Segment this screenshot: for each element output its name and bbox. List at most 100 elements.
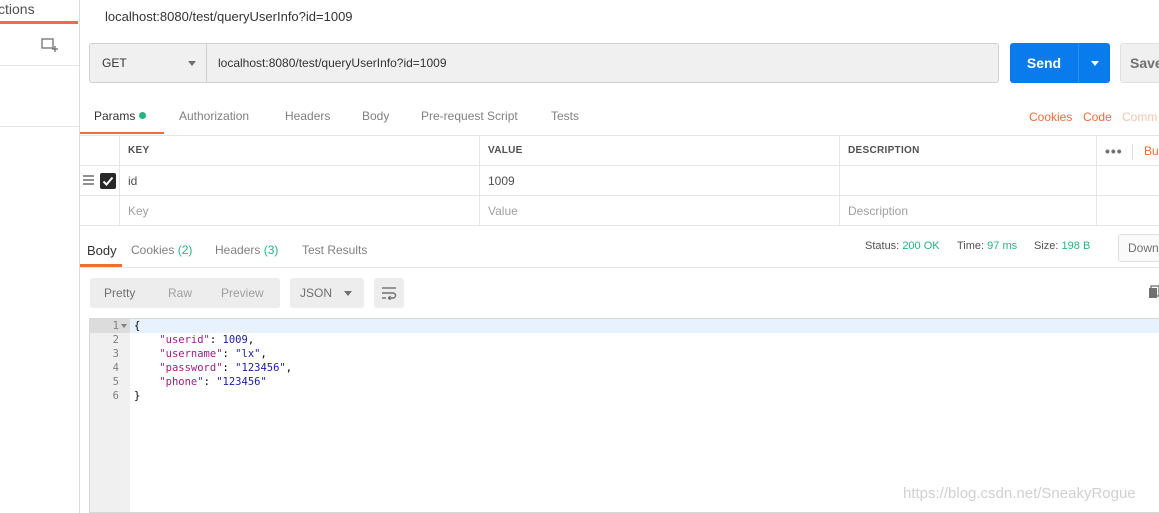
- request-tabs: Params Authorization Headers Body Pre-re…: [80, 100, 1159, 134]
- raw-button[interactable]: Raw: [168, 286, 192, 300]
- param-key-field[interactable]: id: [120, 166, 480, 195]
- row-controls: [80, 166, 120, 195]
- table-row: id 1009: [80, 166, 1159, 196]
- close-brace: }: [134, 390, 141, 402]
- fold-icon[interactable]: [121, 324, 127, 328]
- time-readout: Time: 97 ms: [957, 240, 1017, 252]
- row-actions-empty: [1097, 196, 1159, 225]
- json-comma: ,: [285, 362, 293, 374]
- wrap-icon: [382, 287, 397, 300]
- new-collection-icon[interactable]: [41, 37, 59, 53]
- wrap-lines-button[interactable]: [374, 278, 404, 308]
- params-indicator-dot: [139, 112, 147, 119]
- code-line: {: [134, 319, 140, 333]
- bulk-edit-link[interactable]: Bu: [1144, 144, 1159, 158]
- active-resp-tab-underline: [80, 264, 122, 267]
- header-spacer: [80, 136, 120, 165]
- code-line: "userid": 1009,: [159, 334, 255, 346]
- header-key: KEY: [120, 136, 480, 165]
- cookies-link[interactable]: Cookies: [1029, 110, 1072, 124]
- time-label: Time:: [957, 240, 985, 252]
- line-number: 6: [112, 390, 119, 402]
- main-panel: localhost:8080/test/queryUserInfo?id=100…: [80, 0, 1159, 513]
- resp-tab-cookies-label: Cookies: [131, 243, 175, 257]
- url-input[interactable]: localhost:8080/test/queryUserInfo?id=100…: [207, 44, 998, 82]
- method-select[interactable]: GET: [90, 44, 207, 82]
- method-label: GET: [102, 56, 127, 70]
- response-body-editor[interactable]: 1 2 3 4 5 6 { "userid": 1009, "username"…: [89, 318, 1159, 513]
- chevron-down-icon: [1090, 60, 1099, 66]
- row-controls-empty: [80, 196, 120, 225]
- pretty-button[interactable]: Pretty: [104, 286, 135, 300]
- tab-body[interactable]: Body: [362, 109, 389, 123]
- header-description: DESCRIPTION: [840, 136, 1097, 165]
- status-value: 200 OK: [902, 240, 940, 252]
- line-number: 1: [112, 320, 119, 332]
- view-mode-group: Pretty Raw Preview: [90, 278, 280, 308]
- code-line: "phone": "123456": [159, 376, 267, 388]
- param-value-field[interactable]: 1009: [480, 166, 840, 195]
- active-line-highlight: [130, 319, 1159, 333]
- resp-tab-test-results[interactable]: Test Results: [302, 243, 367, 257]
- row-enabled-checkbox[interactable]: [100, 173, 116, 189]
- json-value: 1009: [222, 334, 248, 346]
- new-value-field[interactable]: Value: [480, 196, 840, 225]
- download-button[interactable]: Down: [1118, 234, 1159, 262]
- resp-tab-body[interactable]: Body: [87, 243, 117, 258]
- new-description-field[interactable]: Description: [840, 196, 1097, 225]
- table-row-new: Key Value Description: [80, 196, 1159, 226]
- resp-tab-cookies[interactable]: Cookies (2): [131, 243, 192, 257]
- more-options-icon[interactable]: •••: [1105, 143, 1123, 159]
- preview-button[interactable]: Preview: [221, 286, 264, 300]
- sidebar: ctions: [0, 0, 80, 513]
- param-description-field[interactable]: [840, 166, 1097, 195]
- send-label: Send: [1026, 55, 1062, 71]
- line-number: 5: [112, 376, 119, 388]
- comments-link[interactable]: Comm: [1122, 110, 1157, 124]
- status-readout: Status: 200 OK: [865, 240, 940, 252]
- active-tab-underline: [80, 132, 164, 134]
- format-label: JSON: [300, 286, 333, 300]
- tab-authorization[interactable]: Authorization: [179, 109, 249, 123]
- status-label: Status:: [865, 240, 900, 252]
- format-select[interactable]: JSON: [290, 278, 364, 308]
- checkmark-icon: [102, 176, 114, 186]
- resp-tab-headers[interactable]: Headers (3): [215, 243, 278, 257]
- tab-params-label: Params: [94, 109, 136, 123]
- json-key: "username": [159, 348, 223, 360]
- header-value: VALUE: [480, 136, 840, 165]
- json-key: "userid": [159, 334, 210, 346]
- copy-icon[interactable]: [1148, 285, 1159, 299]
- json-value: "123456": [235, 362, 286, 374]
- resp-tab-headers-label: Headers: [215, 243, 261, 257]
- tab-tests[interactable]: Tests: [551, 109, 579, 123]
- tab-headers[interactable]: Headers: [285, 109, 330, 123]
- save-button[interactable]: Save: [1120, 43, 1159, 83]
- code-line: "password": "123456",: [159, 362, 293, 374]
- open-brace: {: [134, 320, 141, 332]
- sidebar-tab-collections[interactable]: ctions: [0, 0, 78, 24]
- new-key-field[interactable]: Key: [120, 196, 480, 225]
- json-key: "phone": [159, 376, 204, 388]
- request-bar: GET localhost:8080/test/queryUserInfo?id…: [89, 43, 999, 83]
- params-table: KEY VALUE DESCRIPTION ••• Bu id 1009 Key…: [80, 135, 1159, 226]
- watermark: https://blog.csdn.net/SneakyRogue: [903, 485, 1136, 502]
- request-tab-title[interactable]: localhost:8080/test/queryUserInfo?id=100…: [105, 9, 353, 24]
- response-tabs: Body Cookies (2) Headers (3) Test Result…: [80, 234, 1159, 268]
- chevron-down-icon: [344, 290, 352, 296]
- row-actions: [1097, 166, 1159, 195]
- line-number: 3: [112, 348, 119, 360]
- sidebar-divider: [0, 126, 79, 127]
- drag-handle-icon[interactable]: [83, 175, 94, 185]
- json-comma: ,: [247, 334, 255, 346]
- size-label: Size:: [1034, 240, 1059, 252]
- code-link[interactable]: Code: [1083, 110, 1112, 124]
- tab-params[interactable]: Params: [94, 109, 147, 123]
- send-options-button[interactable]: [1079, 43, 1110, 83]
- json-value: "lx": [235, 348, 261, 360]
- tab-prerequest-script[interactable]: Pre-request Script: [421, 109, 518, 123]
- size-readout: Size: 198 B: [1034, 240, 1090, 252]
- send-button[interactable]: Send: [1010, 43, 1110, 83]
- json-comma: ,: [260, 348, 267, 360]
- json-value: "123456": [216, 376, 267, 388]
